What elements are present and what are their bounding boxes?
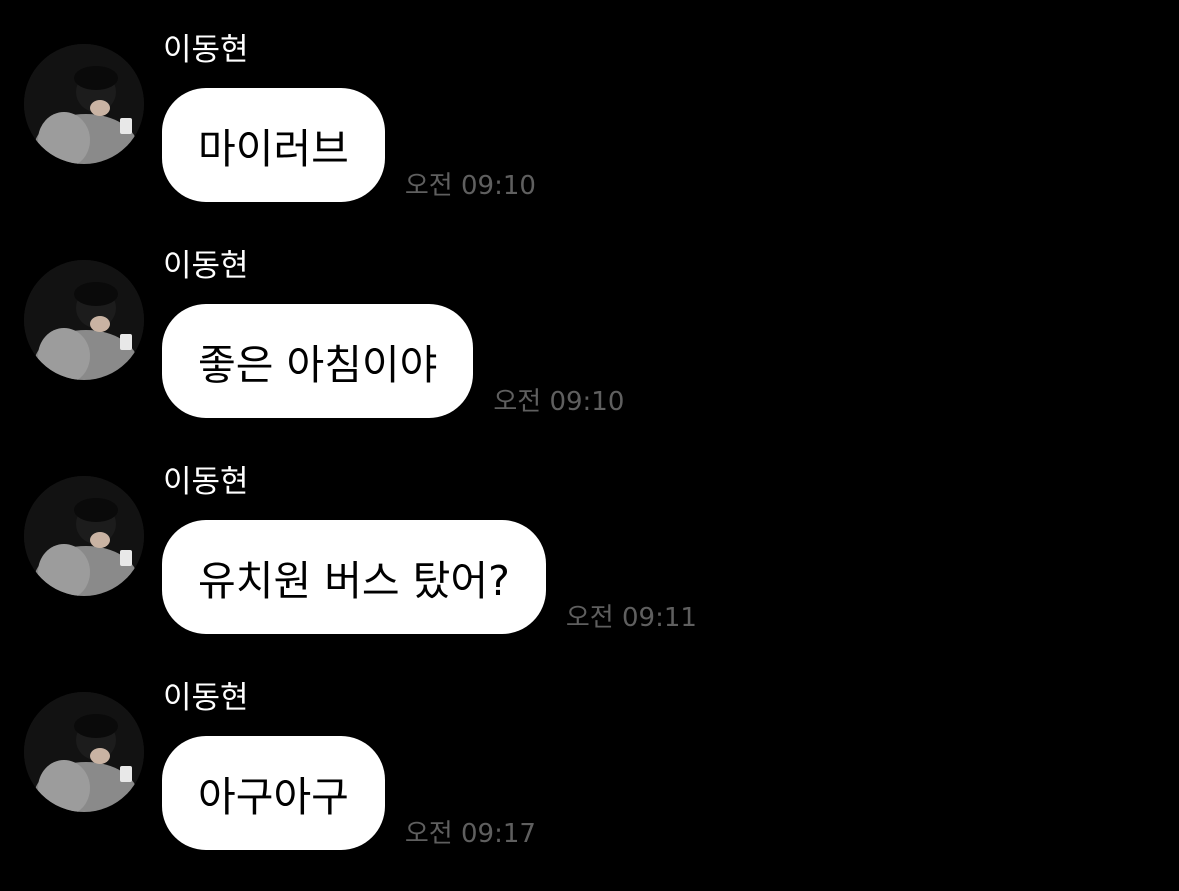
message-bubble[interactable]: 아구아구 <box>162 736 385 850</box>
message-content: 마이러브 오전 09:10 <box>162 88 536 202</box>
message-content: 아구아구 오전 09:17 <box>162 736 536 850</box>
message-row: 이동현 좋은 아침이야 오전 09:10 <box>0 238 1179 438</box>
message-timestamp: 오전 09:11 <box>565 603 697 633</box>
message-row: 이동현 유치원 버스 탔어? 오전 09:11 <box>0 454 1179 654</box>
message-timestamp: 오전 09:17 <box>404 819 536 849</box>
message-content: 좋은 아침이야 오전 09:10 <box>162 304 624 418</box>
avatar[interactable] <box>24 44 144 164</box>
chat-message-list[interactable]: 이동현 마이러브 오전 09:10 이동현 좋은 아침이야 오전 09:10 이… <box>0 0 1179 891</box>
message-content: 유치원 버스 탔어? 오전 09:11 <box>162 520 697 634</box>
sender-name: 이동현 <box>163 32 249 68</box>
message-row: 이동현 아구아구 오전 09:17 <box>0 670 1179 870</box>
message-bubble[interactable]: 마이러브 <box>162 88 385 202</box>
message-bubble[interactable]: 유치원 버스 탔어? <box>162 520 546 634</box>
sender-name: 이동현 <box>163 464 249 500</box>
profile-photo-icon <box>24 260 144 380</box>
message-timestamp: 오전 09:10 <box>493 387 625 417</box>
message-bubble[interactable]: 좋은 아침이야 <box>162 304 474 418</box>
avatar[interactable] <box>24 692 144 812</box>
profile-photo-icon <box>24 692 144 812</box>
profile-photo-icon <box>24 44 144 164</box>
message-row: 이동현 마이러브 오전 09:10 <box>0 22 1179 222</box>
sender-name: 이동현 <box>163 248 249 284</box>
avatar[interactable] <box>24 476 144 596</box>
message-timestamp: 오전 09:10 <box>404 171 536 201</box>
avatar[interactable] <box>24 260 144 380</box>
sender-name: 이동현 <box>163 680 249 716</box>
profile-photo-icon <box>24 476 144 596</box>
